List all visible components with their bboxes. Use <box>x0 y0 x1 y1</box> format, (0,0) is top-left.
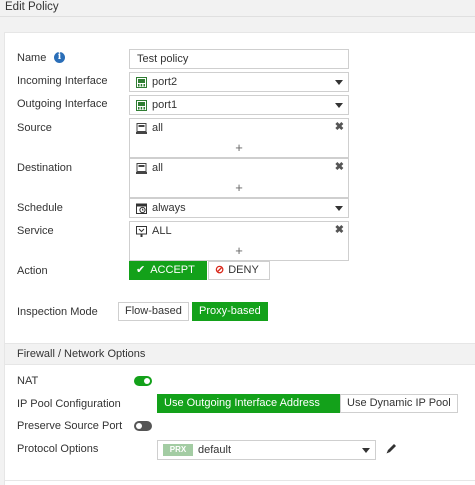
deny-label: DENY <box>228 264 259 276</box>
prx-badge: PRX <box>163 444 193 456</box>
incoming-interface-select[interactable]: port2 <box>129 72 349 92</box>
close-icon[interactable]: ✖ <box>335 160 344 173</box>
source-label: Source <box>17 122 52 134</box>
outgoing-interface-value: port1 <box>152 99 178 111</box>
info-icon[interactable]: i <box>54 52 65 63</box>
source-field[interactable]: all ✖ + <box>129 118 349 158</box>
incoming-interface-label: Incoming Interface <box>17 75 108 87</box>
schedule-select[interactable]: always <box>129 198 349 218</box>
add-source-button[interactable]: + <box>130 140 348 155</box>
deny-button[interactable]: ⊘ DENY <box>208 261 270 280</box>
schedule-label: Schedule <box>17 202 63 214</box>
name-input[interactable]: Test policy <box>129 49 349 69</box>
destination-label: Destination <box>17 162 73 174</box>
flow-based-button[interactable]: Flow-based <box>118 302 189 321</box>
source-value: all <box>152 122 164 134</box>
chevron-down-icon <box>362 448 370 453</box>
address-icon <box>136 123 147 137</box>
outgoing-interface-select[interactable]: port1 <box>129 95 349 115</box>
proxy-based-button[interactable]: Proxy-based <box>192 302 268 321</box>
nat-toggle[interactable] <box>134 376 152 386</box>
service-label: Service <box>17 225 54 237</box>
destination-field[interactable]: all ✖ + <box>129 158 349 198</box>
incoming-interface-value: port2 <box>152 76 178 88</box>
divider <box>5 480 475 481</box>
service-field[interactable]: ALL ✖ + <box>129 221 349 261</box>
chevron-down-icon <box>335 206 343 211</box>
toggle-knob <box>136 423 142 429</box>
service-value: ALL <box>152 225 172 237</box>
use-outgoing-interface-button[interactable]: Use Outgoing Interface Address <box>157 394 340 413</box>
ip-pool-label: IP Pool Configuration <box>17 398 121 410</box>
deny-icon: ⊘ <box>215 264 225 276</box>
address-icon <box>136 163 147 177</box>
use-dynamic-ip-pool-button[interactable]: Use Dynamic IP Pool <box>340 394 458 413</box>
dialog-header: Edit Policy <box>0 0 475 17</box>
edit-pencil-icon[interactable] <box>385 442 398 458</box>
schedule-icon <box>136 203 147 217</box>
nat-label: NAT <box>17 375 39 387</box>
inspection-mode-label: Inspection Mode <box>17 306 98 318</box>
protocol-options-select[interactable]: PRX default <box>157 440 376 460</box>
policy-form: Name i Test policy Incoming Interface po… <box>4 32 475 485</box>
toggle-knob <box>144 378 150 384</box>
page-title: Edit Policy <box>5 1 59 13</box>
preserve-source-port-toggle[interactable] <box>134 421 152 431</box>
service-icon <box>136 226 147 240</box>
chevron-down-icon <box>335 103 343 108</box>
chevron-down-icon <box>335 80 343 85</box>
accept-label: ACCEPT <box>150 264 195 276</box>
add-destination-button[interactable]: + <box>130 180 348 195</box>
protocol-options-value: default <box>198 444 232 456</box>
close-icon[interactable]: ✖ <box>335 120 344 133</box>
name-label: Name <box>17 52 47 64</box>
protocol-options-label: Protocol Options <box>17 443 99 455</box>
accept-button[interactable]: ✔ ACCEPT <box>129 261 207 280</box>
action-label: Action <box>17 265 48 277</box>
close-icon[interactable]: ✖ <box>335 223 344 236</box>
schedule-value: always <box>152 202 186 214</box>
section-title: Firewall / Network Options <box>17 348 146 360</box>
destination-value: all <box>152 162 164 174</box>
check-icon: ✔ <box>136 264 146 276</box>
interface-port-icon <box>136 77 147 91</box>
name-value: Test policy <box>137 53 189 65</box>
firewall-section-header: Firewall / Network Options <box>5 343 475 365</box>
preserve-source-port-label: Preserve Source Port <box>17 420 123 432</box>
interface-port-icon <box>136 100 147 114</box>
add-service-button[interactable]: + <box>130 243 348 258</box>
outgoing-interface-label: Outgoing Interface <box>17 98 108 110</box>
